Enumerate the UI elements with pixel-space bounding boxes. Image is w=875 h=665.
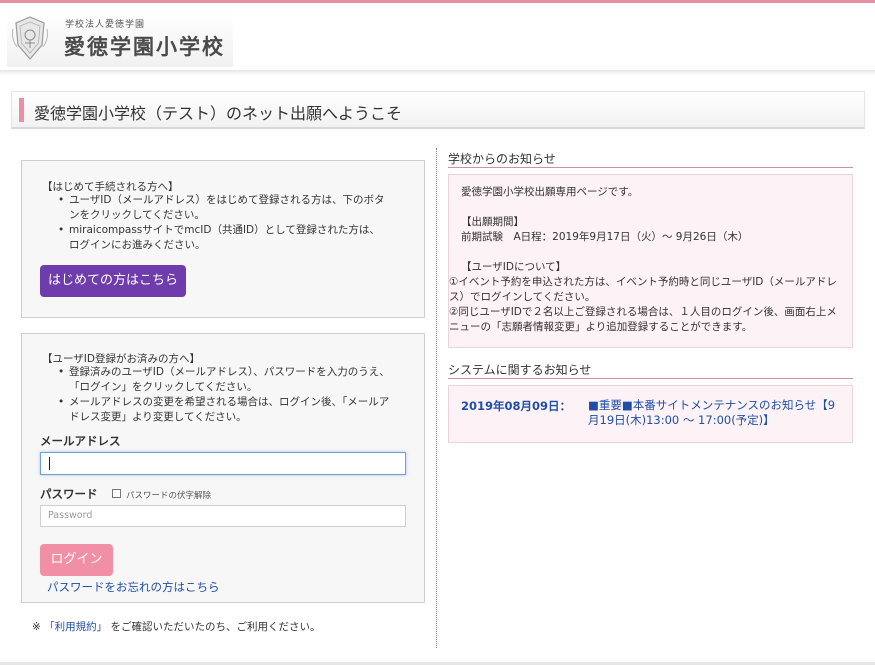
terms-notice: ※ 「利用規約」 をご確認いただいたのち、ご利用ください。 [32, 619, 321, 634]
school-notice-title: 学校からのお知らせ [448, 150, 853, 168]
login-bullet: メールアドレスの変更を希望される場合は、ログイン後、「メールアドレス変更」より変… [58, 395, 398, 425]
first-time-instructions: ユーザID（メールアドレス）をはじめて登録される方は、下のボタンをクリックしてく… [58, 193, 388, 253]
login-heading: 【ユーザID登録がお済みの方へ】 [42, 353, 200, 365]
school-corporation-name: 学校法人愛徳学園 [65, 20, 146, 30]
first-time-bullet: ユーザID（メールアドレス）をはじめて登録される方は、下のボタンをクリックしてく… [58, 193, 388, 223]
login-bullet: 登録済みのユーザID（メールアドレス）、パスワードを入力のうえ、「ログイン」をク… [58, 365, 398, 395]
first-time-panel: 【はじめて手続される方へ】 ユーザID（メールアドレス）をはじめて登録される方は… [21, 160, 425, 318]
system-notice-date: 2019年08月09日： [461, 399, 572, 413]
notice-line: ①イベント予約を申込された方は、イベント予約時と同じユーザID（メールアドレス）… [449, 276, 837, 303]
first-time-heading: 【はじめて手続される方へ】 [42, 181, 179, 193]
page-title: 愛徳学園小学校（テスト）のネット出願へようこそ [34, 104, 403, 123]
first-time-register-button[interactable]: はじめての方はこちら [40, 265, 186, 297]
school-notice-text: 愛徳学園小学校出願専用ページです。 【出願期間】 前期試験 A日程：2019年9… [449, 185, 841, 335]
login-panel: 【ユーザID登録がお済みの方へ】 登録済みのユーザID（メールアドレス）、パスワ… [21, 333, 425, 603]
notice-line: 【ユーザIDについて】 [461, 261, 567, 273]
column-divider [436, 148, 437, 648]
title-accent [19, 98, 24, 122]
first-time-bullet: miraicompassサイトでmcID（共通ID）として登録された方は、ログイ… [58, 223, 388, 253]
email-label: メールアドレス [40, 434, 121, 448]
system-notice-box: 2019年08月09日： ■重要■本番サイトメンテナンスのお知らせ【9月19日(… [448, 385, 853, 443]
school-name: 愛徳学園小学校 [64, 35, 225, 59]
password-field[interactable]: Password [40, 505, 406, 527]
terms-suffix: をご確認いただいたのち、ご利用ください。 [110, 621, 321, 633]
text-caret [49, 457, 50, 470]
notice-line: 前期試験 A日程：2019年9月17日（火）～ 9月26日（木） [461, 231, 749, 243]
notice-line: ②同じユーザIDで２名以上ご登録される場合は、１人目のログイン後、画面右上メニュ… [449, 306, 837, 333]
notice-line: 愛徳学園小学校出願専用ページです。 [461, 186, 639, 198]
terms-prefix: ※ [32, 621, 41, 633]
show-password-checkbox[interactable] [112, 489, 121, 498]
show-password-label[interactable]: パスワードの伏字解除 [126, 489, 211, 501]
system-notice-link[interactable]: ■重要■本番サイトメンテナンスのお知らせ【9月19日(木)13:00 ～ 17:… [588, 398, 846, 428]
school-crest-icon [12, 16, 48, 60]
forgot-password-link[interactable]: パスワードをお忘れの方はこちら [47, 579, 220, 595]
password-label: パスワード [40, 487, 98, 501]
school-logo[interactable]: 学校法人愛徳学園 愛徳学園小学校 [7, 11, 233, 67]
header-shadow [0, 70, 875, 75]
system-notice-title: システムに関するお知らせ [448, 361, 853, 379]
notice-line: 【出願期間】 [461, 216, 524, 228]
login-instructions: 登録済みのユーザID（メールアドレス）、パスワードを入力のうえ、「ログイン」をク… [58, 365, 398, 425]
terms-link[interactable]: 「利用規約」 [44, 621, 107, 633]
notice-line [461, 245, 841, 260]
page-title-bar: 愛徳学園小学校（テスト）のネット出願へようこそ [11, 91, 865, 129]
email-field[interactable] [40, 452, 406, 475]
notice-line [461, 200, 841, 215]
school-notice-box: 愛徳学園小学校出願専用ページです。 【出願期間】 前期試験 A日程：2019年9… [448, 174, 853, 348]
site-header: 学校法人愛徳学園 愛徳学園小学校 [0, 3, 875, 71]
login-button[interactable]: ログイン [40, 544, 113, 576]
